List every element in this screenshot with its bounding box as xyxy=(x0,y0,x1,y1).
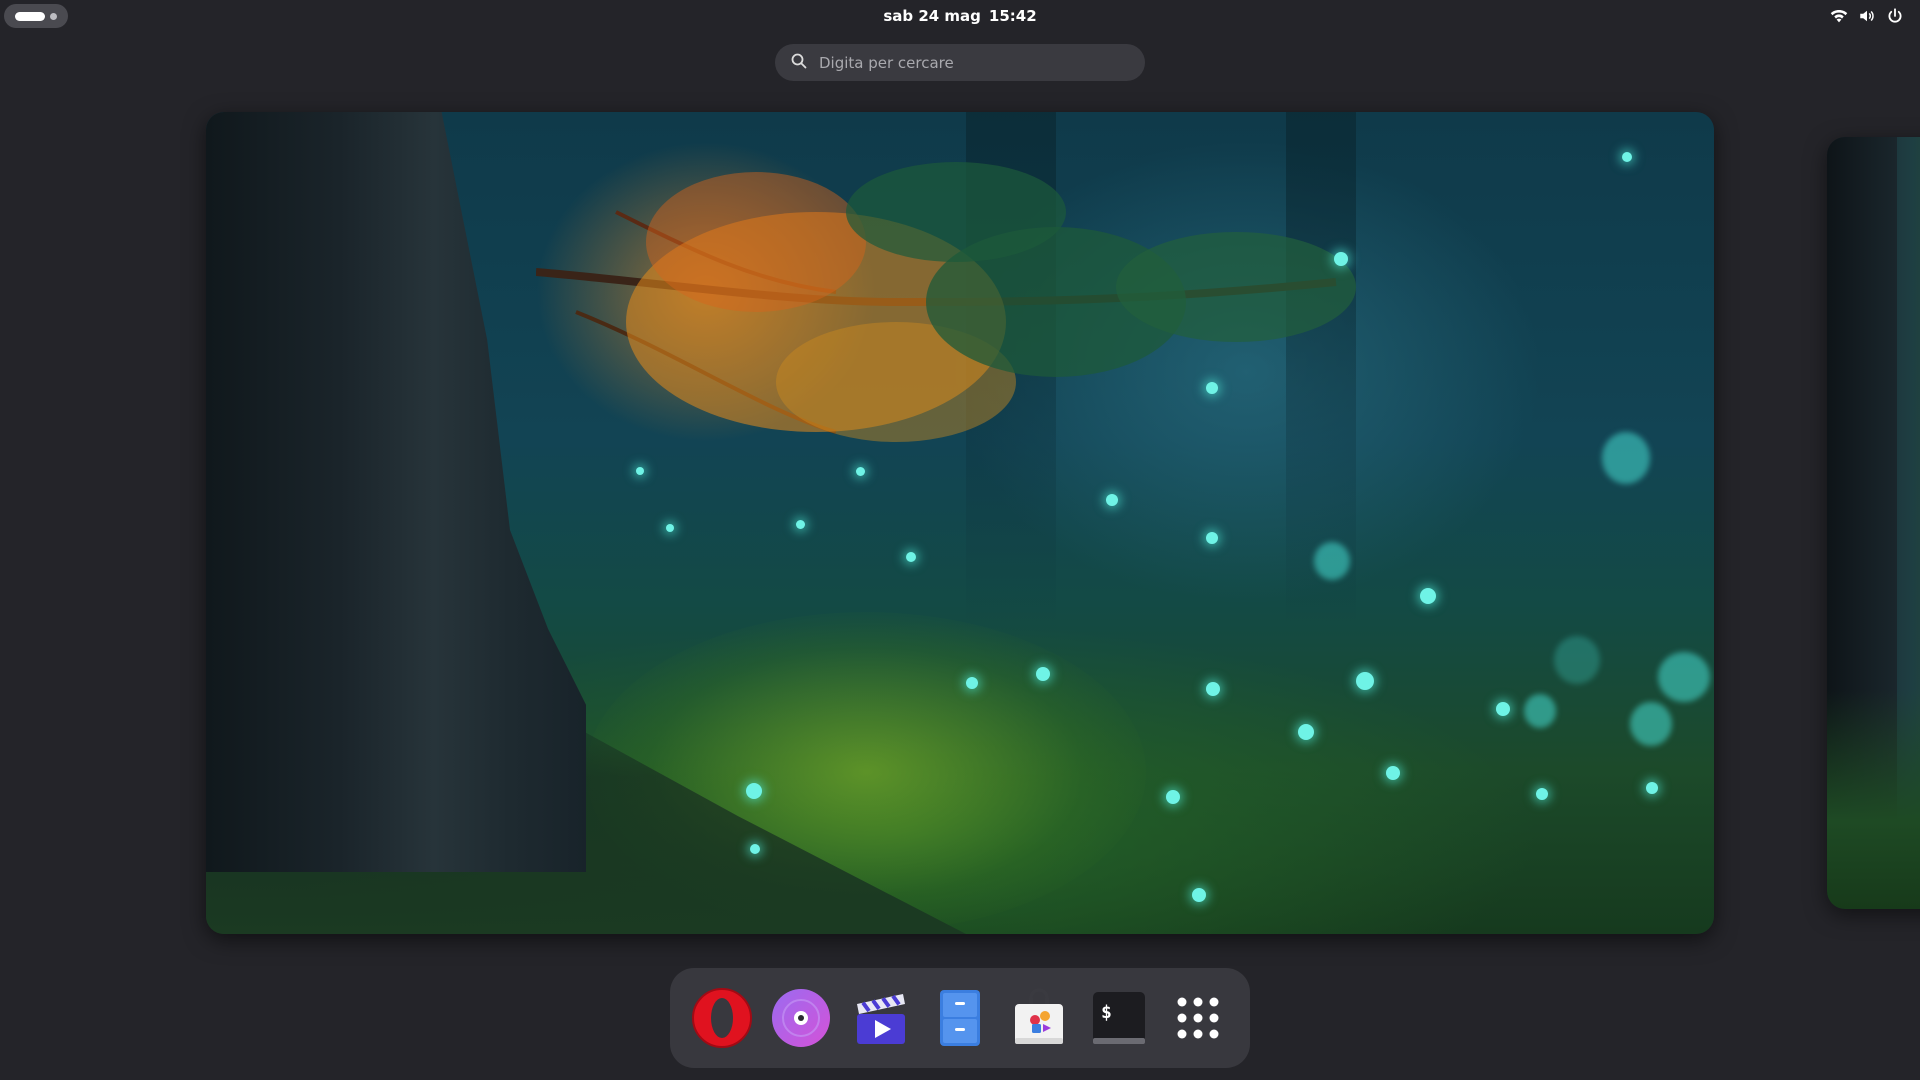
firefly-particle xyxy=(1206,532,1218,544)
firefly-particle xyxy=(1356,672,1374,690)
firefly-particle xyxy=(1298,724,1314,740)
wallpaper-pine-branch xyxy=(536,162,1356,442)
dock-item-show-apps[interactable] xyxy=(1162,982,1234,1054)
search-input[interactable] xyxy=(819,53,1119,72)
workspace-thumbnail-next[interactable] xyxy=(1827,137,1920,909)
search-bar[interactable] xyxy=(775,44,1145,81)
activities-button[interactable] xyxy=(4,4,68,28)
workspace-thumbnail-active[interactable] xyxy=(206,112,1714,934)
firefly-particle xyxy=(666,524,674,532)
firefly-particle xyxy=(1206,682,1220,696)
top-panel: sab 24 mag 15:42 xyxy=(0,0,1920,32)
firefly-particle xyxy=(1420,588,1436,604)
bokeh-light xyxy=(1630,702,1672,746)
firefly-particle xyxy=(1386,766,1400,780)
clapperboard-icon xyxy=(849,986,913,1050)
firefly-particle xyxy=(746,783,762,799)
bokeh-light xyxy=(1314,542,1350,580)
bokeh-light xyxy=(1524,694,1556,728)
firefly-particle xyxy=(1536,788,1548,800)
firefly-particle xyxy=(1192,888,1206,902)
clock-time: 15:42 xyxy=(988,7,1037,25)
wallpaper-grass xyxy=(1827,689,1920,909)
firefly-particle xyxy=(636,467,644,475)
filing-cabinet-icon xyxy=(928,986,992,1050)
bokeh-light xyxy=(1602,432,1650,484)
bokeh-light xyxy=(1658,652,1710,702)
firefly-particle xyxy=(750,844,760,854)
firefly-particle xyxy=(1206,382,1218,394)
svg-text:$: $ xyxy=(1101,1002,1112,1023)
firefly-particle xyxy=(1036,667,1050,681)
firefly-particle xyxy=(856,467,865,476)
firefly-particle xyxy=(966,677,978,689)
clock-date: sab 24 mag xyxy=(883,7,981,25)
system-tray[interactable] xyxy=(1824,4,1910,28)
terminal-icon: $ xyxy=(1087,986,1151,1050)
bokeh-light xyxy=(1554,636,1600,684)
inactive-workspace-indicator xyxy=(50,12,57,20)
shopping-bag-icon xyxy=(1007,986,1071,1050)
wifi-icon xyxy=(1830,7,1848,25)
firefly-particle xyxy=(906,552,916,562)
dock-item-video-editor[interactable] xyxy=(845,982,917,1054)
firefly-particle xyxy=(1496,702,1510,716)
dock-item-file-manager[interactable] xyxy=(924,982,996,1054)
firefly-particle xyxy=(1646,782,1658,794)
power-icon xyxy=(1886,7,1904,25)
opera-icon xyxy=(690,986,754,1050)
wallpaper-tree-trunk xyxy=(206,112,586,872)
volume-icon xyxy=(1858,7,1876,25)
firefly-particle xyxy=(1622,152,1632,162)
dock-item-music-player[interactable] xyxy=(765,982,837,1054)
firefly-particle xyxy=(1106,494,1118,506)
search-icon xyxy=(791,53,807,73)
firefly-particle xyxy=(796,520,805,529)
dock: $ xyxy=(670,968,1250,1068)
app-grid-icon xyxy=(1166,986,1230,1050)
dock-item-opera-browser[interactable] xyxy=(686,982,758,1054)
dock-item-software-store[interactable] xyxy=(1003,982,1075,1054)
firefly-particle xyxy=(1166,790,1180,804)
dock-item-terminal[interactable]: $ xyxy=(1083,982,1155,1054)
disc-icon xyxy=(769,986,833,1050)
firefly-particle xyxy=(1334,252,1348,266)
active-workspace-indicator xyxy=(15,11,45,21)
clock-button[interactable]: sab 24 mag 15:42 xyxy=(871,4,1048,28)
